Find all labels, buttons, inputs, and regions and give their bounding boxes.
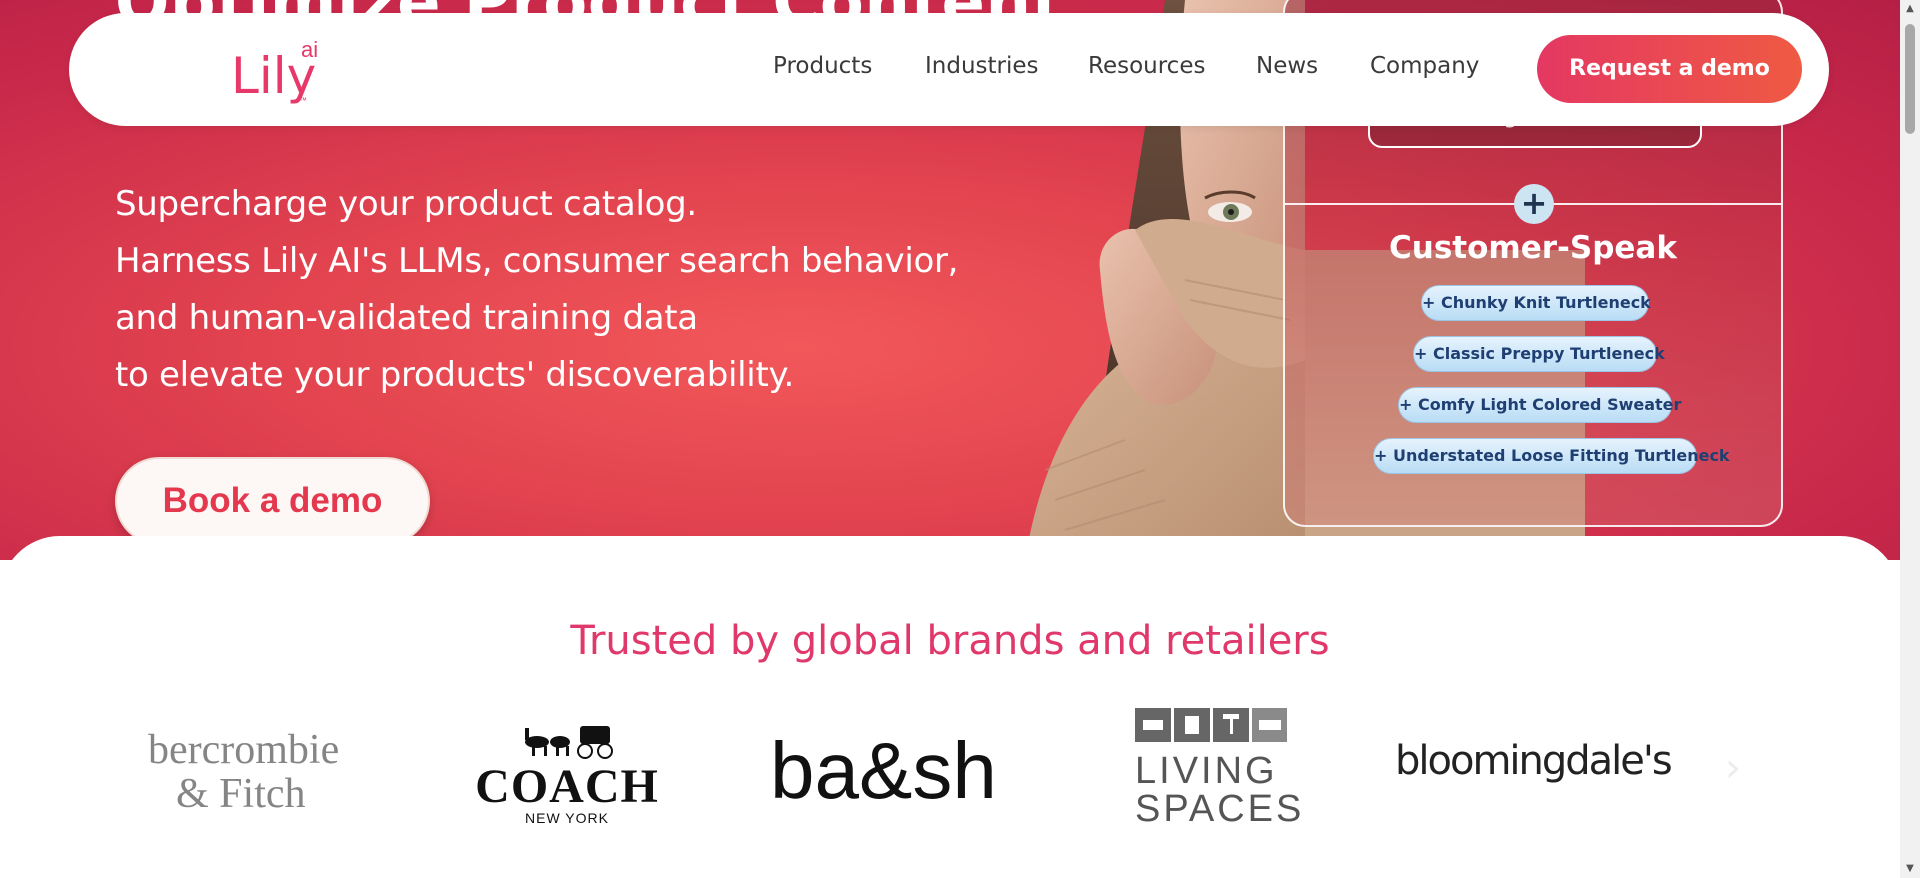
chevron-right-icon[interactable]: ›	[1725, 748, 1755, 788]
hero-description-line: and human-validated training data	[115, 298, 698, 338]
trusted-brands-section: Trusted by global brands and retailers b…	[0, 536, 1900, 878]
page-scrollbar[interactable]: ▲ ▼	[1900, 0, 1920, 878]
hero-description: Supercharge your product catalog. Harnes…	[115, 176, 958, 404]
brand-logo-text: COACH	[475, 760, 659, 813]
top-navigation: ai ™ Lily Products Industries Resources …	[69, 13, 1829, 126]
brand-logo-coach: COACH NEW YORK	[442, 720, 692, 826]
brand-logo-carousel: bercrombie & Fitch COACH NEW YORK ba&sh …	[140, 708, 1780, 838]
lily-ai-logo[interactable]: ai ™ Lily	[231, 35, 361, 115]
hero-description-line: to elevate your products' discoverabilit…	[115, 355, 794, 395]
brand-logo-living-spaces: LIVING SPACES	[1135, 708, 1305, 830]
brand-logo-text: LIVING	[1135, 750, 1278, 792]
plus-icon: +	[1514, 184, 1554, 224]
request-demo-button[interactable]: Request a demo	[1537, 35, 1802, 103]
customer-speak-chip: + Classic Preppy Turtleneck	[1413, 336, 1665, 372]
scroll-thumb[interactable]	[1905, 24, 1915, 134]
horse-carriage-icon	[525, 726, 613, 759]
brand-logo-text: bercrombie	[148, 727, 340, 773]
brand-logo-text: SPACES	[1135, 788, 1305, 830]
book-demo-button[interactable]: Book a demo	[115, 457, 430, 545]
nav-item-news[interactable]: News	[1256, 53, 1318, 79]
hero-description-line: Supercharge your product catalog.	[115, 184, 697, 224]
logo-wordmark: Lily	[231, 47, 317, 105]
scroll-down-arrow-icon[interactable]: ▼	[1904, 863, 1916, 875]
nav-item-company[interactable]: Company	[1370, 53, 1479, 79]
nav-item-resources[interactable]: Resources	[1088, 53, 1205, 79]
customer-speak-chip: + Chunky Knit Turtleneck	[1421, 285, 1651, 321]
brand-logo-abercrombie-fitch: bercrombie & Fitch	[148, 728, 378, 818]
brand-logo-bloomingdales: bloomingdale's	[1395, 738, 1673, 798]
nav-item-industries[interactable]: Industries	[925, 53, 1039, 79]
customer-speak-chip: + Understated Loose Fitting Turtleneck	[1373, 438, 1730, 474]
brand-logo-text: bloomingdale's	[1395, 738, 1673, 784]
hero-description-line: Harness Lily AI's LLMs, consumer search …	[115, 241, 959, 281]
brand-logo-bash: ba&sh	[770, 726, 997, 826]
trusted-heading: Trusted by global brands and retailers	[570, 618, 1330, 664]
customer-speak-chip: + Comfy Light Colored Sweater	[1398, 387, 1681, 423]
brand-logo-text: & Fitch	[176, 771, 306, 817]
brand-logo-text: ba&sh	[770, 726, 997, 815]
scroll-up-arrow-icon[interactable]: ▲	[1904, 3, 1916, 15]
furniture-icons	[1135, 708, 1287, 742]
card-title: Customer-Speak	[1389, 230, 1677, 266]
nav-item-products[interactable]: Products	[773, 53, 872, 79]
